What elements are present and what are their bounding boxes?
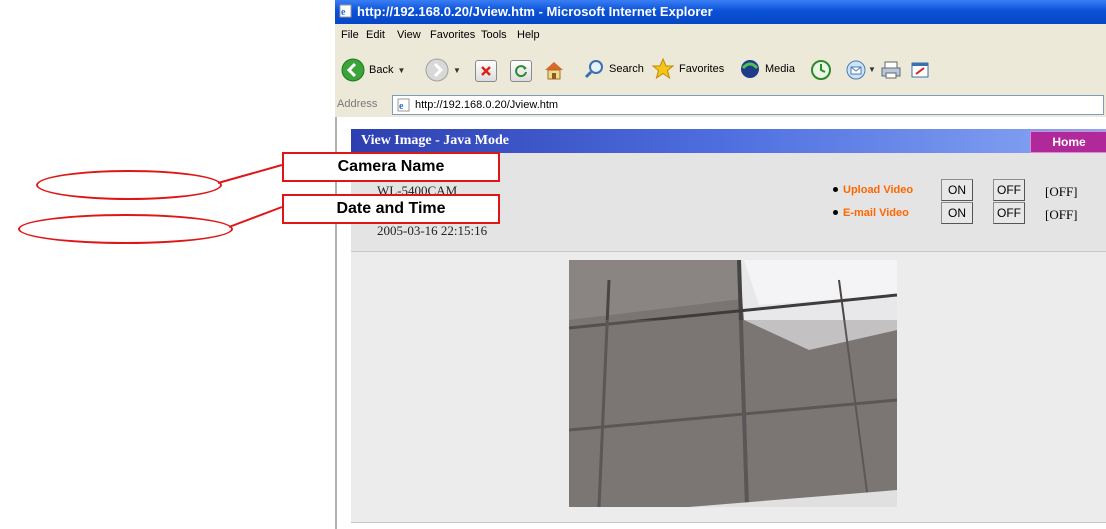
camera-name-ellipse: [36, 170, 222, 200]
camera-name-callout: Camera Name: [282, 152, 500, 182]
date-time-ellipse: [18, 214, 233, 244]
date-time-callout: Date and Time: [282, 194, 500, 224]
annotation-lines: [217, 164, 283, 228]
